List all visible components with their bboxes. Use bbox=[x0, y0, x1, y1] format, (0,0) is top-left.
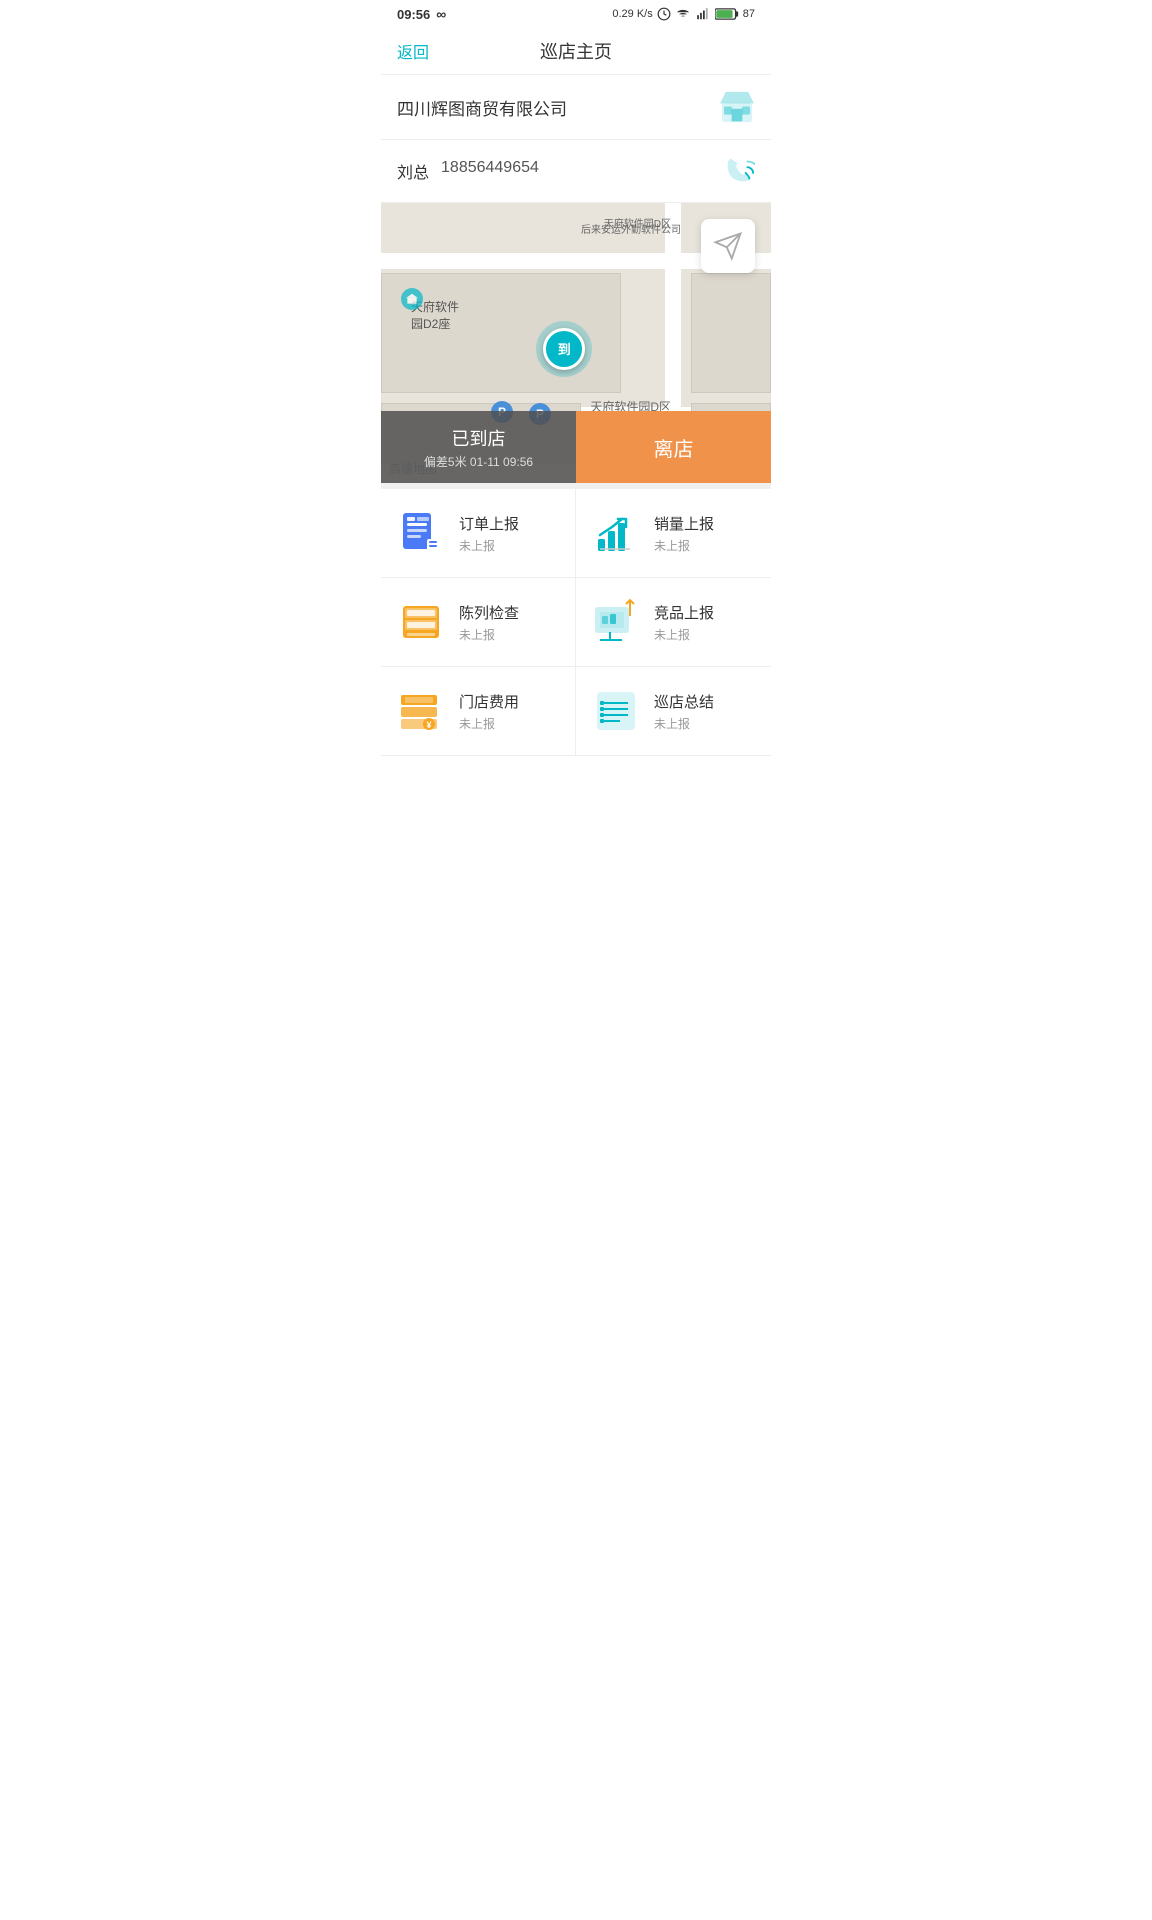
signal-icon bbox=[695, 7, 711, 21]
clock-icon bbox=[657, 7, 671, 21]
action-grid: 订单上报 未上报 销量上报 未上报 陈列检查 未上报 bbox=[381, 483, 771, 756]
contact-name: 刘总 bbox=[397, 159, 429, 183]
action-title-display-check: 陈列检查 bbox=[459, 602, 519, 623]
action-item-tour-summary[interactable]: 巡店总结 未上报 bbox=[576, 667, 771, 756]
action-status-tour-summary: 未上报 bbox=[654, 715, 714, 732]
action-status-order-report: 未上报 bbox=[459, 537, 519, 554]
action-item-sales-report[interactable]: 销量上报 未上报 bbox=[576, 489, 771, 578]
leave-label: 离店 bbox=[654, 433, 694, 462]
arrived-sub-label: 偏差5米 01-11 09:56 bbox=[424, 453, 533, 470]
infinity-icon: ∞ bbox=[436, 6, 446, 22]
header: 返回 巡店主页 bbox=[381, 28, 771, 75]
network-speed: 0.29 K/s bbox=[612, 8, 652, 20]
battery-level: 87 bbox=[743, 8, 755, 20]
action-text-sales-report: 销量上报 未上报 bbox=[654, 513, 714, 554]
action-icon-tour-summary bbox=[592, 687, 640, 735]
status-bar: 09:56 ∞ 0.29 K/s 87 bbox=[381, 0, 771, 28]
status-left: 09:56 ∞ bbox=[397, 6, 446, 22]
leave-button[interactable]: 离店 bbox=[576, 411, 771, 483]
contact-section: 刘总 18856449654 bbox=[381, 140, 771, 203]
action-icon-store-fee: ¥ bbox=[397, 687, 445, 735]
action-text-compete-report: 竞品上报 未上报 bbox=[654, 602, 714, 643]
d2-marker bbox=[401, 288, 423, 310]
page-title: 巡店主页 bbox=[540, 38, 612, 64]
map-label-2: 后来安运外勤软件公司 bbox=[581, 221, 681, 236]
company-info-section: 四川辉图商贸有限公司 bbox=[381, 75, 771, 140]
wifi-icon bbox=[675, 7, 691, 21]
action-status-store-fee: 未上报 bbox=[459, 715, 519, 732]
action-status-sales-report: 未上报 bbox=[654, 537, 714, 554]
action-item-display-check[interactable]: 陈列检查 未上报 bbox=[381, 578, 576, 667]
marker-inner: 到 bbox=[543, 328, 585, 370]
action-text-display-check: 陈列检查 未上报 bbox=[459, 602, 519, 643]
store-icon bbox=[719, 89, 755, 125]
marker-outer: 到 bbox=[536, 321, 592, 377]
contact-info: 刘总 18856449654 bbox=[397, 159, 539, 183]
action-status-display-check: 未上报 bbox=[459, 626, 519, 643]
map-bottom-buttons: 已到店 偏差5米 01-11 09:56 离店 bbox=[381, 411, 771, 483]
action-text-tour-summary: 巡店总结 未上报 bbox=[654, 691, 714, 732]
action-text-order-report: 订单上报 未上报 bbox=[459, 513, 519, 554]
action-icon-compete-report bbox=[592, 598, 640, 646]
company-name: 四川辉图商贸有限公司 bbox=[397, 95, 567, 120]
navigation-button[interactable] bbox=[701, 219, 755, 273]
action-text-store-fee: 门店费用 未上报 bbox=[459, 691, 519, 732]
action-title-tour-summary: 巡店总结 bbox=[654, 691, 714, 712]
action-title-store-fee: 门店费用 bbox=[459, 691, 519, 712]
action-title-order-report: 订单上报 bbox=[459, 513, 519, 534]
action-title-compete-report: 竞品上报 bbox=[654, 602, 714, 623]
action-icon-order-report bbox=[397, 509, 445, 557]
status-right: 0.29 K/s 87 bbox=[612, 7, 755, 21]
call-icon[interactable] bbox=[721, 154, 755, 188]
arrived-main-label: 已到店 bbox=[452, 425, 506, 451]
action-title-sales-report: 销量上报 bbox=[654, 513, 714, 534]
map-block2 bbox=[691, 273, 771, 393]
action-status-compete-report: 未上报 bbox=[654, 626, 714, 643]
action-icon-sales-report bbox=[592, 509, 640, 557]
battery-icon bbox=[715, 7, 739, 21]
time-display: 09:56 bbox=[397, 7, 430, 22]
back-button[interactable]: 返回 bbox=[397, 39, 429, 63]
action-item-order-report[interactable]: 订单上报 未上报 bbox=[381, 489, 576, 578]
svg-text:¥: ¥ bbox=[426, 720, 431, 730]
action-item-store-fee[interactable]: ¥ 门店费用 未上报 bbox=[381, 667, 576, 756]
map-marker: 到 bbox=[536, 321, 592, 377]
contact-phone: 18856449654 bbox=[441, 159, 539, 183]
map-area: 天府软件园D区 后来安运外勤软件公司 天府软件园D2座 天府软件园D区 P P … bbox=[381, 203, 771, 483]
action-item-compete-report[interactable]: 竞品上报 未上报 bbox=[576, 578, 771, 667]
arrived-button[interactable]: 已到店 偏差5米 01-11 09:56 bbox=[381, 411, 576, 483]
action-icon-display-check bbox=[397, 598, 445, 646]
